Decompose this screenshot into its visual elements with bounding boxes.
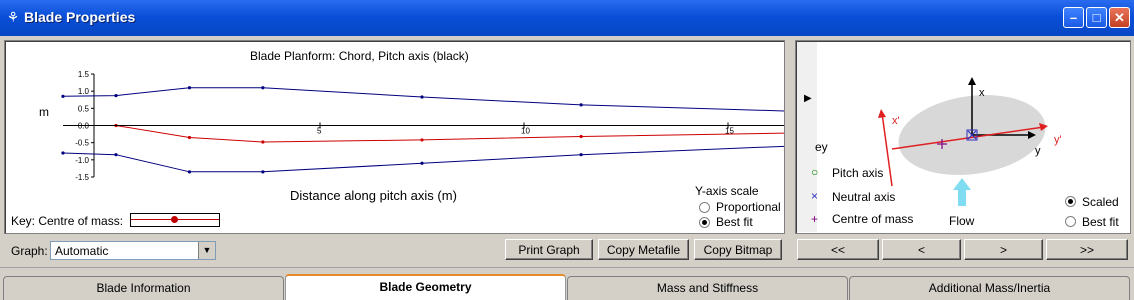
last-section-button[interactable]: >> — [1046, 239, 1128, 260]
cross-section-diagram — [878, 77, 1048, 206]
app-icon: ⚘ — [6, 9, 20, 25]
tab-blade-geometry[interactable]: Blade Geometry — [285, 274, 566, 300]
minimize-button[interactable]: – — [1063, 7, 1084, 28]
cross-section-panel: ▶ ey x y x' y' ○ Pitch axis × Neutral ax… — [795, 40, 1131, 234]
x-tick-label: 5 — [317, 127, 322, 136]
x-tick-label: 10 — [521, 127, 530, 136]
legend-pitch-axis: Pitch axis — [832, 166, 884, 180]
data-point — [114, 94, 118, 98]
y-tick-label: 1.0 — [78, 87, 90, 96]
tab-strip-line — [0, 267, 1134, 268]
data-point — [114, 153, 118, 157]
axis-x-label: x — [979, 87, 985, 99]
centre-of-mass-icon: + — [811, 212, 819, 226]
data-point — [420, 161, 424, 165]
data-point — [187, 86, 192, 90]
section-bestfit-radio[interactable] — [1065, 216, 1076, 227]
data-point — [61, 94, 65, 98]
y-tick-label: -0.5 — [75, 139, 89, 148]
graph-label: Graph: — [11, 244, 48, 258]
y-tick-label: -1.5 — [75, 173, 89, 182]
planform-plot-panel: Blade Planform: Chord, Pitch axis (black… — [4, 40, 785, 234]
centre-of-mass-marker — [171, 216, 178, 223]
scale-bestfit-label: Best fit — [716, 215, 753, 229]
graph-select-value: Automatic — [55, 244, 109, 258]
graph-select[interactable]: Automatic ▼ — [50, 241, 216, 260]
data-point — [261, 170, 265, 174]
data-point — [187, 170, 192, 174]
axis-yprime-label: y' — [1054, 134, 1062, 146]
y-tick-label: 0.5 — [78, 104, 90, 113]
chevron-down-icon[interactable]: ▼ — [198, 242, 215, 259]
y-tick-label: -1.0 — [75, 156, 89, 165]
x-axis-label: Distance along pitch axis (m) — [290, 188, 457, 203]
prev-section-button[interactable]: < — [882, 239, 961, 260]
data-point — [187, 135, 192, 140]
section-scaled-radio[interactable] — [1065, 196, 1076, 207]
scale-proportional-label: Proportional — [716, 200, 781, 214]
tab-blade-information[interactable]: Blade Information — [3, 276, 284, 300]
data-point — [420, 138, 424, 142]
next-section-button[interactable]: > — [964, 239, 1043, 260]
neutral-axis-icon: × — [811, 189, 819, 203]
data-point — [420, 95, 424, 99]
data-point — [579, 134, 583, 139]
data-point — [261, 140, 265, 144]
first-section-button[interactable]: << — [797, 239, 879, 260]
data-point — [579, 153, 583, 157]
series-line-2 — [115, 125, 784, 143]
tab-mass-and-stiffness[interactable]: Mass and Stiffness — [567, 276, 848, 300]
maximize-button[interactable]: □ — [1086, 7, 1107, 28]
tab-additional-mass-inertia[interactable]: Additional Mass/Inertia — [849, 276, 1130, 300]
centre-of-mass-key — [130, 213, 220, 227]
print-graph-button[interactable]: Print Graph — [505, 239, 593, 260]
pitch-axis-icon: ○ — [811, 165, 819, 179]
data-point — [579, 103, 583, 107]
legend-centre-of-mass: Centre of mass — [832, 212, 914, 226]
y-tick-label: 1.5 — [78, 70, 90, 79]
close-button[interactable]: ✕ — [1109, 7, 1130, 28]
data-point — [261, 86, 265, 90]
yaxis-scale-label: Y-axis scale — [695, 184, 759, 198]
data-point — [61, 151, 65, 155]
scale-proportional-radio[interactable] — [699, 202, 710, 213]
section-bestfit-label: Best fit — [1082, 215, 1119, 229]
series-line-0 — [62, 87, 784, 112]
title-bar: ⚘ Blade Properties – □ ✕ — [0, 0, 1134, 36]
series-line-1 — [62, 145, 784, 173]
window-title: Blade Properties — [24, 9, 136, 25]
section-scaled-label: Scaled — [1082, 195, 1119, 209]
copy-metafile-button[interactable]: Copy Metafile — [598, 239, 689, 260]
legend-neutral-axis: Neutral axis — [832, 190, 896, 204]
planform-chart: 1.51.00.50.0-0.5-1.0-1.55 10 15 — [61, 70, 784, 182]
scale-bestfit-radio[interactable] — [699, 217, 710, 228]
copy-bitmap-button[interactable]: Copy Bitmap — [694, 239, 782, 260]
flow-label: Flow — [949, 214, 975, 228]
axis-y-label: y — [1035, 145, 1041, 157]
key-label: Key: Centre of mass: — [11, 214, 124, 228]
axis-xprime-label: x' — [892, 115, 900, 127]
